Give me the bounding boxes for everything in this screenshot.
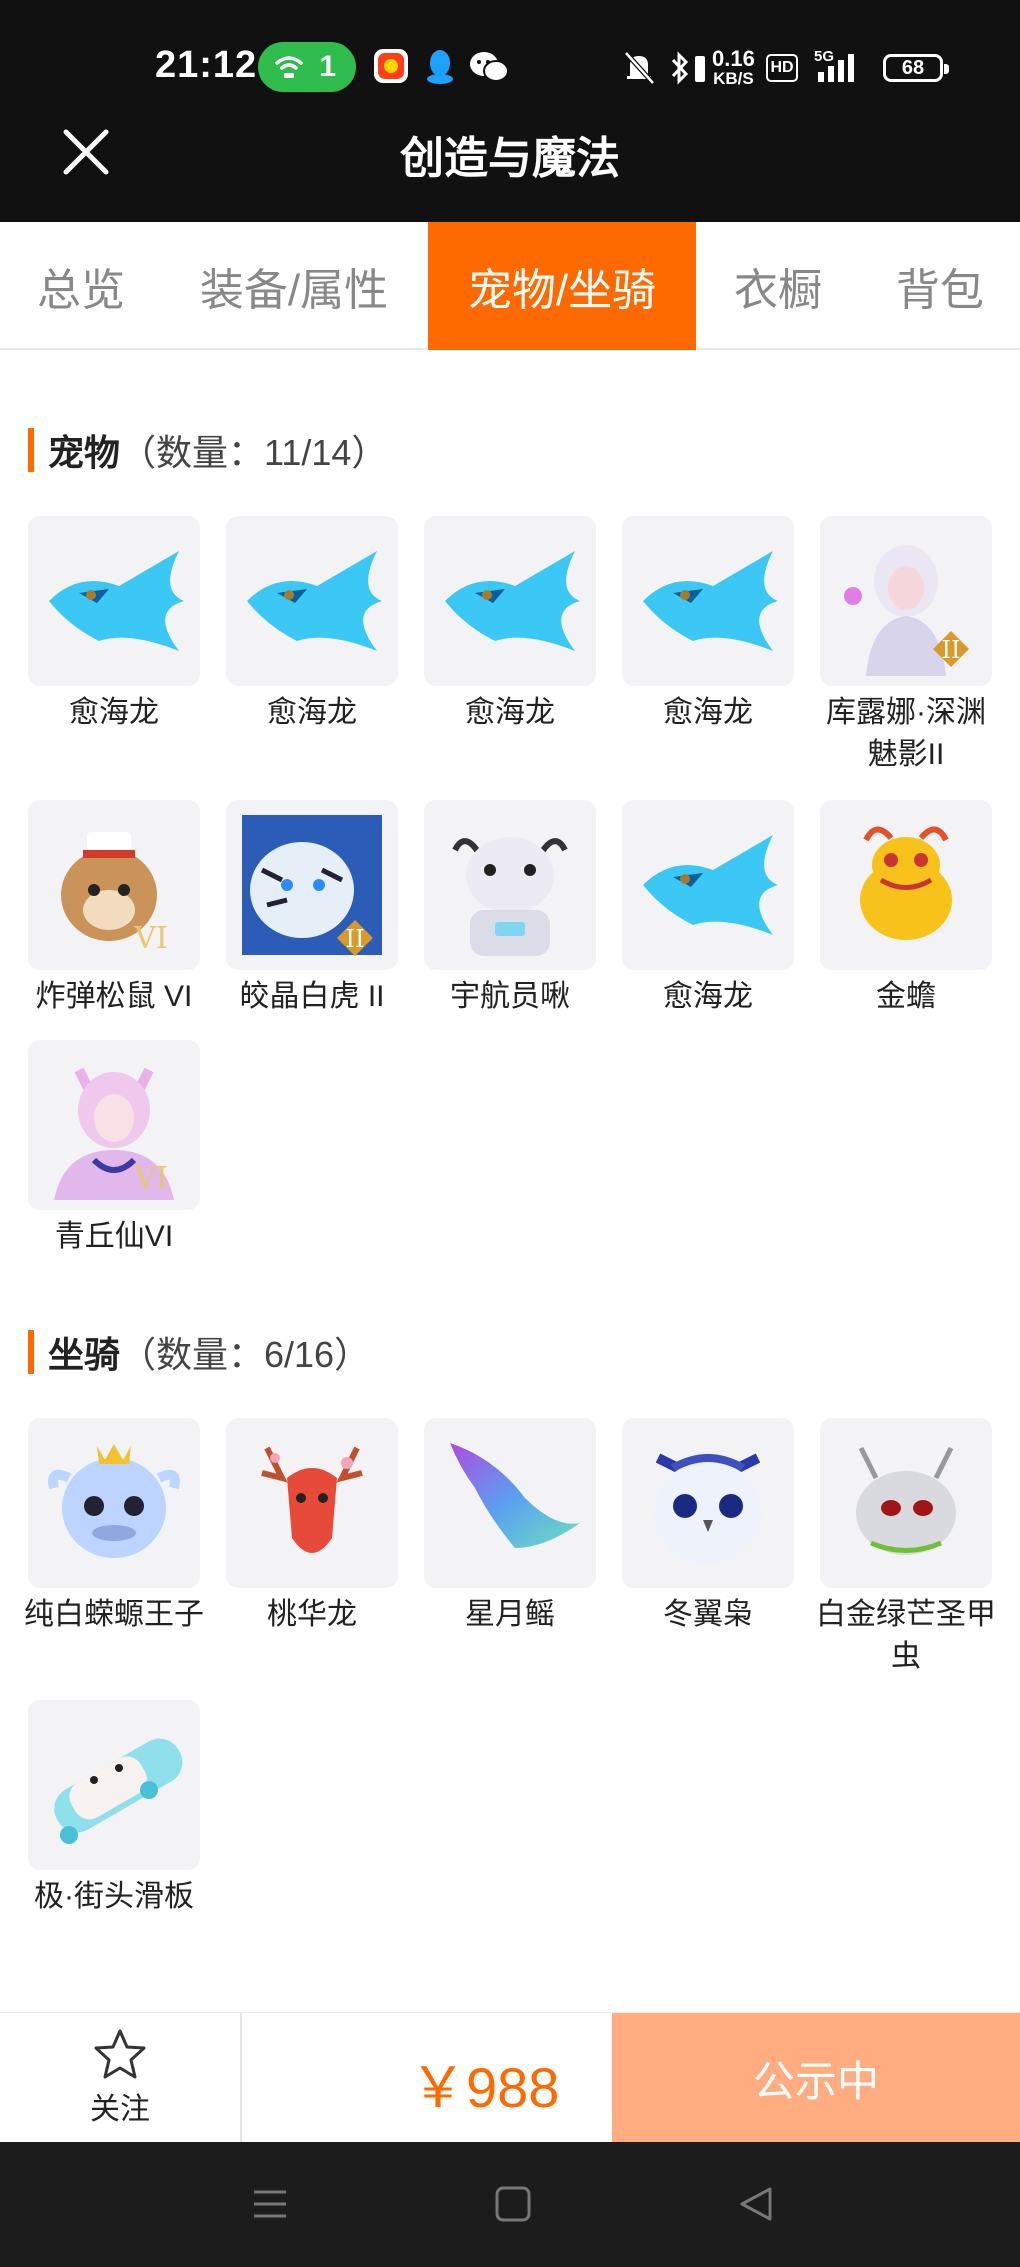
blue-dragon-icon (28, 516, 200, 686)
follow-button[interactable]: 关注 (0, 2013, 242, 2143)
shop-app-icon (374, 49, 408, 83)
platinum-beetle-icon (820, 1418, 992, 1588)
blue-dragon-icon (226, 516, 398, 686)
pet-item[interactable]: 宇航员啾 (424, 800, 596, 1018)
pet-item[interactable]: 愈海龙 (622, 800, 794, 1018)
mount-item[interactable]: 极·街头滑板 (28, 1700, 200, 1918)
tab-pets-mounts[interactable]: 宠物/坐骑 (428, 222, 696, 350)
mounts-section-header: 坐骑 （数量：6/16） (28, 1330, 370, 1375)
pet-item[interactable]: 愈海龙 (226, 516, 398, 734)
pet-item[interactable]: VI 炸弹松鼠 VI (28, 800, 200, 1018)
pet-item[interactable]: 金蟾 (820, 800, 992, 1018)
tab-bar: 总览 装备/属性 宠物/坐骑 衣橱 背包 (0, 222, 1020, 350)
pets-section-title: 宠物 (48, 432, 121, 473)
wifi-icon (275, 56, 303, 78)
pet-name: 金蟾 (876, 980, 936, 1013)
network-speed-unit: KB/S (713, 69, 754, 88)
network-speed: 0.16 KB/S (712, 46, 755, 88)
hotspot-indicator: 1 (258, 42, 356, 92)
white-axolotl-prince-icon (28, 1418, 200, 1588)
mount-name: 白金绿芒圣甲虫 (816, 1598, 996, 1673)
svg-text:VI: VI (133, 1161, 168, 1196)
pet-name: 青丘仙VI (54, 1220, 174, 1253)
mount-item[interactable]: 冬翼枭 (622, 1418, 794, 1636)
pet-name: 愈海龙 (69, 696, 159, 729)
pet-item[interactable]: 愈海龙 (28, 516, 200, 734)
pet-item[interactable]: VI 青丘仙VI (28, 1040, 200, 1258)
skateboard-icon (28, 1700, 200, 1870)
pet-name: 愈海龙 (465, 696, 555, 729)
wechat-icon (470, 52, 509, 82)
mount-name: 桃华龙 (267, 1598, 357, 1631)
pets-count: （数量：11/14） (120, 432, 388, 473)
back-icon[interactable] (736, 2184, 776, 2224)
pet-name: 宇航员啾 (450, 980, 570, 1013)
bluetooth-icon (671, 51, 689, 85)
mount-item[interactable]: 桃华龙 (226, 1418, 398, 1636)
tab-backpack[interactable]: 背包 (870, 222, 1010, 350)
qq-icon (427, 50, 453, 84)
pet-item[interactable]: 愈海龙 (622, 516, 794, 734)
golden-toad-icon (820, 800, 992, 970)
page-title: 创造与魔法 (400, 134, 620, 183)
pet-name: 皎晶白虎 II (239, 980, 385, 1013)
mount-item[interactable]: 纯白蝾螈王子 (24, 1418, 204, 1636)
pets-section-header: 宠物 （数量：11/14） (28, 428, 387, 473)
section-accent-bar (28, 1330, 34, 1374)
squirrel-icon: VI (28, 800, 200, 970)
mount-name: 星月鳐 (465, 1598, 555, 1631)
blue-dragon-icon (424, 516, 596, 686)
action-bar: 关注 ￥988 公示中 (0, 2012, 1020, 2143)
fox-fairy-icon: VI (28, 1040, 200, 1210)
system-nav-bar (0, 2142, 1020, 2267)
mounts-count: （数量：6/16） (120, 1334, 371, 1375)
battery-indicator: 68 (883, 54, 949, 82)
mount-item[interactable]: 白金绿芒圣甲虫 (816, 1418, 996, 1678)
network-speed-value: 0.16 (712, 46, 755, 71)
mount-name: 纯白蝾螈王子 (24, 1598, 204, 1631)
pet-item[interactable]: 愈海龙 (424, 516, 596, 734)
white-girl-icon: II (820, 516, 992, 686)
pet-name: 愈海龙 (663, 980, 753, 1013)
mount-name: 极·街头滑板 (34, 1880, 194, 1913)
section-accent-bar (28, 428, 34, 472)
tab-wardrobe[interactable]: 衣橱 (708, 222, 848, 350)
mount-name: 冬翼枭 (663, 1598, 753, 1631)
menu-icon[interactable] (250, 2184, 290, 2224)
winter-owl-icon (622, 1418, 794, 1588)
svg-text:II: II (346, 925, 365, 953)
price: ￥988 (410, 2056, 560, 2119)
svg-text:II: II (942, 636, 961, 664)
blue-dragon-icon (622, 516, 794, 686)
mute-bell-icon (624, 51, 655, 85)
peach-dragon-icon (226, 1418, 398, 1588)
pet-name: 愈海龙 (267, 696, 357, 729)
star-icon (94, 2029, 146, 2079)
star-moon-ray-icon (424, 1418, 596, 1588)
status-time: 21:12 (155, 44, 258, 86)
pet-name: 库露娜·深渊魅影II (826, 696, 986, 771)
blue-dragon-icon (622, 800, 794, 970)
pet-name: 愈海龙 (663, 696, 753, 729)
hd-badge: HD (766, 54, 798, 82)
astronaut-cow-icon (424, 800, 596, 970)
white-tiger-icon: II (226, 800, 398, 970)
follow-label: 关注 (90, 2093, 150, 2126)
mount-item[interactable]: 星月鳐 (424, 1418, 596, 1636)
hotspot-count: 1 (319, 50, 336, 83)
publicity-status-button[interactable]: 公示中 (612, 2013, 1020, 2143)
tab-overview[interactable]: 总览 (0, 222, 162, 350)
pet-item[interactable]: II 库露娜·深渊魅影II (820, 516, 992, 776)
app-header: 创造与魔法 (0, 100, 1020, 222)
tab-equipment[interactable]: 装备/属性 (176, 222, 412, 350)
home-icon[interactable] (493, 2184, 533, 2224)
pet-item[interactable]: II 皎晶白虎 II (226, 800, 398, 1018)
pet-name: 炸弹松鼠 VI (35, 980, 193, 1013)
nfc-battery-icon (695, 56, 705, 82)
svg-text:VI: VI (133, 921, 168, 956)
signal-bars-icon (818, 54, 854, 82)
mounts-section-title: 坐骑 (48, 1334, 121, 1375)
